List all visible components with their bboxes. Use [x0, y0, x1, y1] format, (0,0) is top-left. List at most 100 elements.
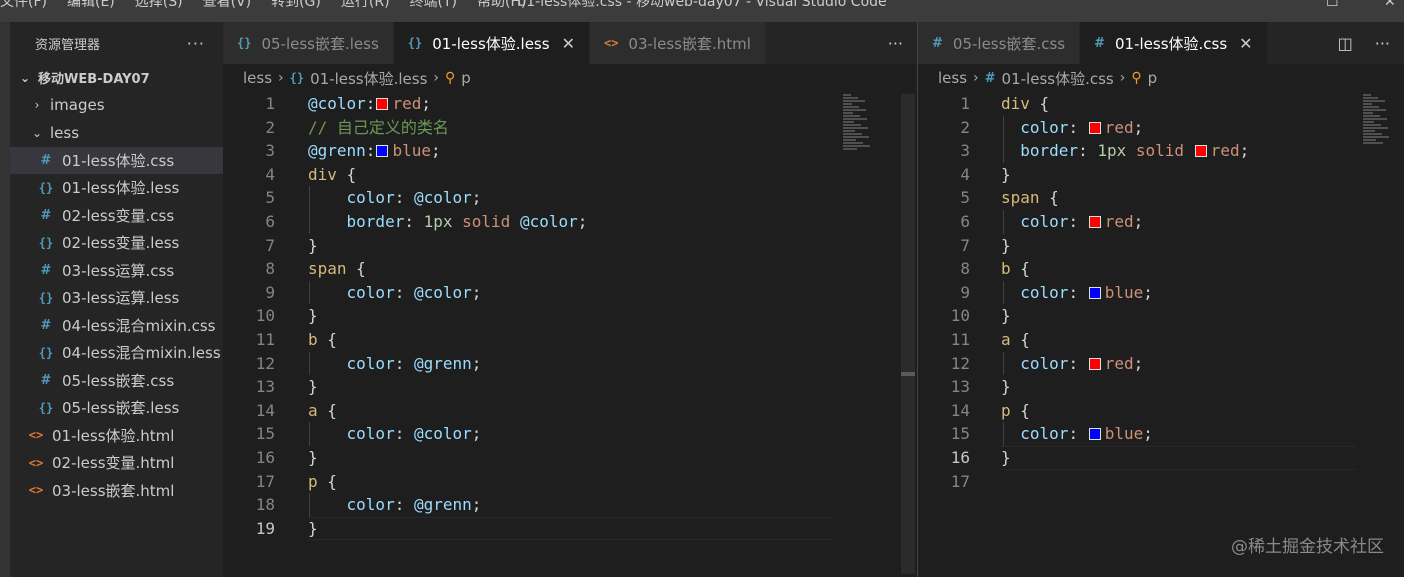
code-line: 5 span {: [918, 186, 1356, 210]
token-pun: }: [308, 448, 318, 467]
code-line: 15 color: blue;: [918, 422, 1356, 446]
tree-item-css[interactable]: #02-less变量.css: [10, 202, 223, 230]
close-window-icon[interactable]: ✕: [1384, 0, 1396, 13]
code-line: 9 color: blue;: [918, 281, 1356, 305]
breadcrumb-file[interactable]: 01-less体验.css: [1002, 68, 1114, 89]
tree-item-css[interactable]: #03-less运算.css: [10, 257, 223, 285]
css-file-icon: #: [40, 262, 52, 278]
editor-tab[interactable]: {} 05-less嵌套.less: [223, 22, 394, 64]
token-val: red: [1104, 117, 1134, 137]
editor-tab[interactable]: <> 03-less嵌套.html: [589, 22, 766, 64]
watermark: @稀土掘金技术社区: [1231, 537, 1384, 557]
line-content: }: [308, 446, 318, 470]
color-swatch[interactable]: [1088, 357, 1101, 370]
tree-item-less[interactable]: {} 03-less运算.less: [10, 284, 223, 312]
tree-item-folder[interactable]: › images: [10, 92, 223, 120]
minimap-line: [843, 124, 861, 126]
breadcrumb-right: less › #01-less体验.css › ⚲ p: [918, 64, 1157, 92]
color-swatch[interactable]: [1194, 145, 1207, 158]
token-pun: ;: [471, 424, 482, 444]
breadcrumb-folder[interactable]: less: [938, 69, 967, 87]
code-line: 12 color: @grenn;: [223, 352, 833, 376]
color-swatch[interactable]: [1088, 121, 1101, 134]
tree-item-html[interactable]: <> 03-less嵌套.html: [10, 477, 223, 505]
scrollbar-thumb[interactable]: [901, 94, 915, 574]
token-prop: color: [346, 424, 395, 444]
tree-item-less[interactable]: {} 02-less变量.less: [10, 229, 223, 257]
line-content: color: @color;: [308, 281, 482, 305]
token-pun: {: [1010, 400, 1030, 420]
editor-tab[interactable]: #01-less体验.css ✕: [1080, 22, 1268, 64]
token-prop: color: [346, 282, 395, 302]
breadcrumb-symbol[interactable]: p: [461, 69, 471, 87]
line-content: color: @grenn;: [308, 352, 482, 376]
code-line: 9 color: @color;: [223, 281, 833, 305]
minimap[interactable]: [1363, 94, 1393, 145]
token-pun: ;: [577, 212, 588, 231]
line-number: 15: [950, 424, 970, 444]
maximize-icon[interactable]: ☐: [1326, 0, 1339, 13]
more-actions-icon[interactable]: ···: [888, 34, 903, 53]
color-swatch[interactable]: [376, 145, 389, 158]
minimap-line: [1363, 103, 1372, 105]
line-number: 17: [255, 471, 275, 491]
more-actions-icon[interactable]: ···: [1375, 34, 1390, 53]
css-file-icon: #: [1094, 35, 1105, 51]
token-pun: :: [394, 424, 414, 444]
minimap-line: [843, 118, 867, 120]
tree-root-folder[interactable]: ⌄ 移动WEB-DAY07: [10, 64, 223, 92]
minimap-line: [1363, 112, 1373, 114]
explorer-more-icon[interactable]: ···: [187, 34, 205, 53]
editor-tab[interactable]: {} 01-less体验.less ✕: [393, 22, 590, 64]
minimap-line: [843, 142, 863, 144]
breadcrumb-file[interactable]: 01-less体验.less: [310, 68, 427, 89]
close-icon[interactable]: ✕: [562, 34, 575, 53]
tree-item-less[interactable]: {} 01-less体验.less: [10, 174, 223, 202]
token-pun: [308, 212, 347, 231]
token-prop: color: [1020, 353, 1069, 373]
token-val: red: [1210, 141, 1240, 161]
tree-item-html[interactable]: <> 01-less体验.html: [10, 422, 223, 450]
line-number: 3: [265, 141, 275, 161]
tree-root-label: 移动WEB-DAY07: [38, 72, 150, 88]
line-number: 6: [960, 212, 970, 231]
code-line: 1 @color: red;: [223, 92, 833, 116]
chevron-right-icon: ›: [278, 70, 284, 86]
minimap-line: [1363, 130, 1375, 132]
color-swatch[interactable]: [1088, 216, 1101, 228]
tree-item-html[interactable]: <> 02-less变量.html: [10, 449, 223, 477]
token-pun: ;: [1133, 353, 1144, 373]
breadcrumb-symbol[interactable]: p: [1148, 69, 1158, 87]
less-file-icon: {}: [237, 36, 252, 50]
token-var: @color: [413, 424, 472, 444]
minimap-line: [843, 97, 858, 99]
less-file-icon: {}: [38, 290, 54, 305]
close-icon[interactable]: ✕: [1239, 34, 1252, 53]
token-pun: {: [1010, 259, 1030, 279]
minimap-line: [1363, 127, 1388, 129]
indent-guide: [1003, 210, 1004, 234]
code-line: 16}: [223, 446, 833, 470]
tree-item-folder[interactable]: ⌄ less: [10, 119, 223, 147]
tree-item-css[interactable]: #01-less体验.css: [10, 146, 223, 174]
code-editor-left[interactable]: 1 @color: red; 2 // 自己定义的类名 3 @grenn: blue; 4 div…: [223, 92, 917, 577]
tree-item-label: 04-less混合mixin.less: [62, 344, 221, 363]
tab-label: 01-less体验.less: [432, 34, 550, 53]
split-editor-icon[interactable]: ◫: [1338, 34, 1353, 53]
minimap[interactable]: [843, 94, 873, 151]
color-swatch[interactable]: [1088, 428, 1101, 441]
tree-item-css[interactable]: #04-less混合mixin.css: [10, 312, 223, 340]
token-kw: div: [308, 164, 337, 184]
tree-item-css[interactable]: #05-less嵌套.css: [10, 367, 223, 395]
color-swatch[interactable]: [1088, 286, 1101, 299]
code-editor-right[interactable]: 1 div {2 color: red; 3 border: 1px solid r…: [918, 92, 1404, 577]
tree-item-less[interactable]: {} 04-less混合mixin.less: [10, 339, 223, 367]
code-line: 12 color: red;: [918, 352, 1356, 376]
token-pun: :: [394, 188, 414, 208]
color-swatch[interactable]: [376, 98, 389, 110]
tree-item-less[interactable]: {} 05-less嵌套.less: [10, 394, 223, 422]
editor-tab[interactable]: #05-less嵌套.css: [918, 22, 1081, 64]
line-content: border: 1px solid @color;: [308, 210, 588, 234]
breadcrumb-folder[interactable]: less: [243, 69, 272, 87]
minimap-line: [1363, 142, 1383, 144]
